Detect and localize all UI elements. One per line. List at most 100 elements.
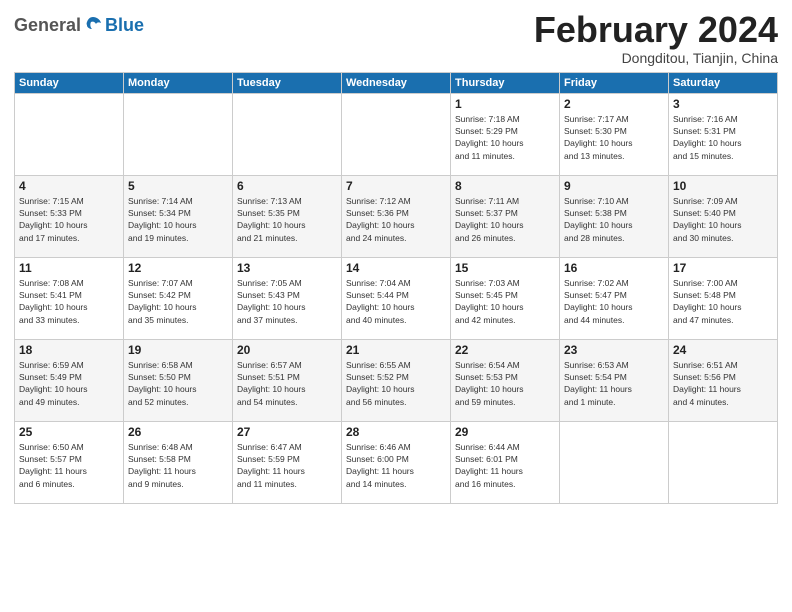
- calendar-cell: [669, 421, 778, 503]
- day-number: 9: [564, 179, 664, 193]
- day-info: Sunrise: 6:59 AM Sunset: 5:49 PM Dayligh…: [19, 359, 119, 408]
- day-info: Sunrise: 7:16 AM Sunset: 5:31 PM Dayligh…: [673, 113, 773, 162]
- calendar-cell: 26 Sunrise: 6:48 AM Sunset: 5:58 PM Dayli…: [124, 421, 233, 503]
- calendar-cell: [124, 93, 233, 175]
- day-info: Sunrise: 7:12 AM Sunset: 5:36 PM Dayligh…: [346, 195, 446, 244]
- day-info: Sunrise: 6:53 AM Sunset: 5:54 PM Dayligh…: [564, 359, 664, 408]
- calendar-cell: [560, 421, 669, 503]
- calendar-cell: 23 Sunrise: 6:53 AM Sunset: 5:54 PM Dayli…: [560, 339, 669, 421]
- calendar-cell: 21 Sunrise: 6:55 AM Sunset: 5:52 PM Dayli…: [342, 339, 451, 421]
- calendar-cell: 13 Sunrise: 7:05 AM Sunset: 5:43 PM Dayli…: [233, 257, 342, 339]
- weekday-header-row: SundayMondayTuesdayWednesdayThursdayFrid…: [15, 72, 778, 93]
- day-info: Sunrise: 7:11 AM Sunset: 5:37 PM Dayligh…: [455, 195, 555, 244]
- day-number: 26: [128, 425, 228, 439]
- calendar-week-4: 18 Sunrise: 6:59 AM Sunset: 5:49 PM Dayli…: [15, 339, 778, 421]
- calendar-cell: 14 Sunrise: 7:04 AM Sunset: 5:44 PM Dayli…: [342, 257, 451, 339]
- calendar-cell: 20 Sunrise: 6:57 AM Sunset: 5:51 PM Dayli…: [233, 339, 342, 421]
- calendar-cell: 18 Sunrise: 6:59 AM Sunset: 5:49 PM Dayli…: [15, 339, 124, 421]
- calendar-cell: 3Sunrise: 7:16 AM Sunset: 5:31 PM Daylig…: [669, 93, 778, 175]
- calendar-cell: 12Sunrise: 7:07 AM Sunset: 5:42 PM Dayli…: [124, 257, 233, 339]
- day-info: Sunrise: 7:07 AM Sunset: 5:42 PM Dayligh…: [128, 277, 228, 326]
- day-number: 1: [455, 97, 555, 111]
- logo: General Blue: [14, 14, 144, 36]
- day-info: Sunrise: 7:13 AM Sunset: 5:35 PM Dayligh…: [237, 195, 337, 244]
- calendar-cell: 7 Sunrise: 7:12 AM Sunset: 5:36 PM Daylig…: [342, 175, 451, 257]
- day-info: Sunrise: 6:47 AM Sunset: 5:59 PM Dayligh…: [237, 441, 337, 490]
- day-info: Sunrise: 6:50 AM Sunset: 5:57 PM Dayligh…: [19, 441, 119, 490]
- day-number: 15: [455, 261, 555, 275]
- day-number: 23: [564, 343, 664, 357]
- calendar-cell: 27Sunrise: 6:47 AM Sunset: 5:59 PM Dayli…: [233, 421, 342, 503]
- calendar-cell: [342, 93, 451, 175]
- day-info: Sunrise: 6:51 AM Sunset: 5:56 PM Dayligh…: [673, 359, 773, 408]
- day-info: Sunrise: 7:05 AM Sunset: 5:43 PM Dayligh…: [237, 277, 337, 326]
- day-number: 14: [346, 261, 446, 275]
- calendar-cell: [15, 93, 124, 175]
- weekday-header-saturday: Saturday: [669, 72, 778, 93]
- day-number: 17: [673, 261, 773, 275]
- calendar-cell: 16 Sunrise: 7:02 AM Sunset: 5:47 PM Dayli…: [560, 257, 669, 339]
- calendar-cell: 5 Sunrise: 7:14 AM Sunset: 5:34 PM Daylig…: [124, 175, 233, 257]
- day-number: 25: [19, 425, 119, 439]
- day-info: Sunrise: 6:57 AM Sunset: 5:51 PM Dayligh…: [237, 359, 337, 408]
- calendar-cell: 11 Sunrise: 7:08 AM Sunset: 5:41 PM Dayli…: [15, 257, 124, 339]
- month-title: February 2024: [534, 10, 778, 50]
- calendar-cell: 29 Sunrise: 6:44 AM Sunset: 6:01 PM Dayli…: [451, 421, 560, 503]
- day-info: Sunrise: 7:15 AM Sunset: 5:33 PM Dayligh…: [19, 195, 119, 244]
- calendar-cell: 17Sunrise: 7:00 AM Sunset: 5:48 PM Dayli…: [669, 257, 778, 339]
- day-info: Sunrise: 6:48 AM Sunset: 5:58 PM Dayligh…: [128, 441, 228, 490]
- day-number: 5: [128, 179, 228, 193]
- day-number: 4: [19, 179, 119, 193]
- day-number: 16: [564, 261, 664, 275]
- day-info: Sunrise: 7:08 AM Sunset: 5:41 PM Dayligh…: [19, 277, 119, 326]
- day-number: 11: [19, 261, 119, 275]
- calendar-cell: 22Sunrise: 6:54 AM Sunset: 5:53 PM Dayli…: [451, 339, 560, 421]
- day-number: 6: [237, 179, 337, 193]
- calendar-table: SundayMondayTuesdayWednesdayThursdayFrid…: [14, 72, 778, 504]
- title-block: February 2024 Dongditou, Tianjin, China: [534, 10, 778, 66]
- calendar-cell: 10Sunrise: 7:09 AM Sunset: 5:40 PM Dayli…: [669, 175, 778, 257]
- calendar-cell: 15Sunrise: 7:03 AM Sunset: 5:45 PM Dayli…: [451, 257, 560, 339]
- weekday-header-sunday: Sunday: [15, 72, 124, 93]
- day-number: 13: [237, 261, 337, 275]
- weekday-header-wednesday: Wednesday: [342, 72, 451, 93]
- calendar-week-2: 4 Sunrise: 7:15 AM Sunset: 5:33 PM Daylig…: [15, 175, 778, 257]
- day-info: Sunrise: 7:17 AM Sunset: 5:30 PM Dayligh…: [564, 113, 664, 162]
- day-info: Sunrise: 7:18 AM Sunset: 5:29 PM Dayligh…: [455, 113, 555, 162]
- day-number: 20: [237, 343, 337, 357]
- day-number: 7: [346, 179, 446, 193]
- day-info: Sunrise: 6:58 AM Sunset: 5:50 PM Dayligh…: [128, 359, 228, 408]
- calendar-cell: 28Sunrise: 6:46 AM Sunset: 6:00 PM Dayli…: [342, 421, 451, 503]
- day-info: Sunrise: 7:02 AM Sunset: 5:47 PM Dayligh…: [564, 277, 664, 326]
- day-info: Sunrise: 6:44 AM Sunset: 6:01 PM Dayligh…: [455, 441, 555, 490]
- weekday-header-monday: Monday: [124, 72, 233, 93]
- day-number: 2: [564, 97, 664, 111]
- calendar-cell: 9 Sunrise: 7:10 AM Sunset: 5:38 PM Daylig…: [560, 175, 669, 257]
- calendar-cell: 19 Sunrise: 6:58 AM Sunset: 5:50 PM Dayli…: [124, 339, 233, 421]
- logo-blue: Blue: [105, 15, 144, 36]
- calendar-cell: 8 Sunrise: 7:11 AM Sunset: 5:37 PM Daylig…: [451, 175, 560, 257]
- calendar-cell: [233, 93, 342, 175]
- day-info: Sunrise: 7:04 AM Sunset: 5:44 PM Dayligh…: [346, 277, 446, 326]
- calendar-week-1: 1 Sunrise: 7:18 AM Sunset: 5:29 PM Daylig…: [15, 93, 778, 175]
- day-number: 24: [673, 343, 773, 357]
- day-number: 18: [19, 343, 119, 357]
- calendar-cell: 2 Sunrise: 7:17 AM Sunset: 5:30 PM Daylig…: [560, 93, 669, 175]
- page-container: General Blue February 2024 Dongditou, Ti…: [0, 0, 792, 612]
- day-number: 29: [455, 425, 555, 439]
- calendar-cell: 1 Sunrise: 7:18 AM Sunset: 5:29 PM Daylig…: [451, 93, 560, 175]
- weekday-header-tuesday: Tuesday: [233, 72, 342, 93]
- calendar-week-3: 11 Sunrise: 7:08 AM Sunset: 5:41 PM Dayli…: [15, 257, 778, 339]
- day-info: Sunrise: 7:14 AM Sunset: 5:34 PM Dayligh…: [128, 195, 228, 244]
- logo-general: General: [14, 15, 81, 36]
- day-info: Sunrise: 7:10 AM Sunset: 5:38 PM Dayligh…: [564, 195, 664, 244]
- calendar-cell: 6 Sunrise: 7:13 AM Sunset: 5:35 PM Daylig…: [233, 175, 342, 257]
- day-number: 19: [128, 343, 228, 357]
- calendar-week-5: 25 Sunrise: 6:50 AM Sunset: 5:57 PM Dayli…: [15, 421, 778, 503]
- day-number: 8: [455, 179, 555, 193]
- weekday-header-friday: Friday: [560, 72, 669, 93]
- calendar-cell: 24 Sunrise: 6:51 AM Sunset: 5:56 PM Dayli…: [669, 339, 778, 421]
- day-number: 28: [346, 425, 446, 439]
- day-info: Sunrise: 6:55 AM Sunset: 5:52 PM Dayligh…: [346, 359, 446, 408]
- day-number: 21: [346, 343, 446, 357]
